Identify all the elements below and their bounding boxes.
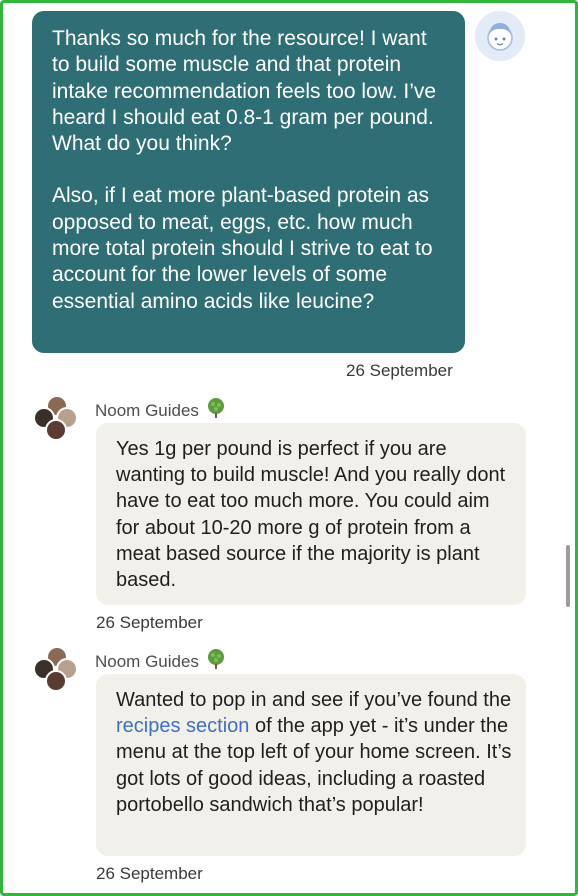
guide-group-avatar: [33, 395, 83, 445]
message-timestamp: 26 September: [346, 361, 453, 380]
guide-message-bubble: Wanted to pop in and see if you’ve found…: [96, 674, 526, 856]
chat-window: Thanks so much for the resource! I want …: [0, 0, 578, 896]
guide-message-bubble: Yes 1g per pound is perfect if you are w…: [96, 423, 526, 605]
user-face-icon: [475, 11, 525, 61]
tree-icon: [205, 397, 227, 424]
sender-label: Noom Guides: [95, 400, 199, 420]
tree-icon: [205, 648, 227, 675]
message-timestamp: 26 September: [96, 864, 203, 883]
guide-group-avatar: [33, 646, 83, 696]
user-message-paragraph: Also, if I eat more plant-based protein …: [52, 184, 433, 313]
sender-label: Noom Guides: [95, 651, 199, 671]
message-timestamp: 26 September: [96, 613, 203, 632]
recipes-section-link[interactable]: recipes section: [116, 715, 249, 737]
guide-message-text: Wanted to pop in and see if you’ve found…: [116, 689, 512, 711]
sender-name: Noom Guides: [95, 648, 227, 675]
sender-name: Noom Guides: [95, 397, 227, 424]
user-message-bubble: Thanks so much for the resource! I want …: [32, 11, 465, 353]
user-message-paragraph: Thanks so much for the resource! I want …: [52, 27, 437, 156]
scrollbar-thumb[interactable]: [566, 545, 570, 607]
guide-message-text: Yes 1g per pound is perfect if you are w…: [116, 438, 506, 592]
